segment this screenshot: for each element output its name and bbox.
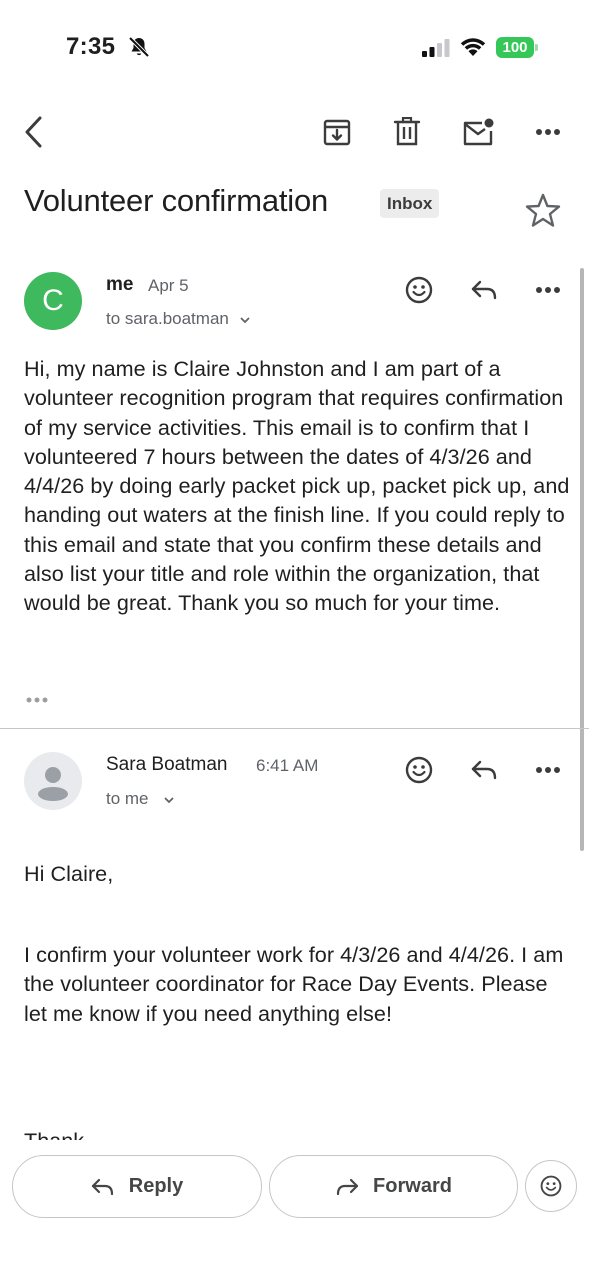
show-trimmed-content-icon[interactable] — [24, 692, 54, 708]
email-subject: Volunteer confirmation — [24, 183, 329, 218]
sender-name: Sara Boatman — [106, 754, 228, 775]
reply-action-button[interactable]: Reply — [12, 1155, 262, 1218]
chevron-down-icon — [164, 797, 174, 804]
add-reaction-button[interactable] — [399, 750, 439, 790]
more-horizontal-icon — [536, 287, 560, 293]
message-more-button[interactable] — [528, 270, 568, 310]
archive-button[interactable] — [317, 112, 357, 152]
recipient-details-toggle[interactable]: to me — [106, 789, 175, 809]
smiley-icon — [405, 756, 433, 784]
cellular-signal-icon — [422, 39, 450, 57]
add-reaction-button[interactable] — [399, 270, 439, 310]
back-arrow-icon — [25, 116, 42, 148]
chevron-down-icon — [239, 317, 250, 324]
reaction-button[interactable] — [525, 1160, 577, 1212]
bell-muted-icon — [128, 36, 150, 58]
message-more-button[interactable] — [528, 750, 568, 790]
recipient-text: to sara.boatman — [106, 309, 229, 328]
smiley-icon — [540, 1175, 562, 1197]
status-time: 7:35 — [66, 33, 116, 60]
message-date: Apr 5 — [148, 276, 189, 295]
message-body: Hi, my name is Claire Johnston and I am … — [24, 356, 570, 616]
recipient-details-toggle[interactable]: to sara.boatman — [106, 309, 251, 329]
smiley-icon — [405, 276, 433, 304]
message-divider — [0, 728, 589, 729]
trash-icon — [393, 117, 421, 146]
more-horizontal-icon — [536, 767, 560, 773]
forward-action-button[interactable]: Forward — [269, 1155, 518, 1218]
sender-name: me — [106, 274, 134, 295]
star-icon[interactable] — [523, 191, 563, 231]
reply-button[interactable] — [464, 750, 504, 790]
message-body: I confirm your volunteer work for 4/3/26… — [24, 942, 564, 1026]
avatar[interactable]: C — [24, 272, 82, 330]
more-horizontal-icon — [536, 129, 560, 135]
message-partial-text: Thank — [24, 1128, 84, 1140]
avatar[interactable] — [24, 752, 82, 810]
avatar-letter: C — [42, 284, 64, 317]
inbox-label[interactable]: Inbox — [380, 189, 440, 218]
person-icon — [38, 767, 68, 801]
reply-arrow-icon — [471, 280, 497, 300]
scrollbar[interactable] — [580, 268, 584, 851]
mark-unread-button[interactable] — [458, 112, 498, 152]
message-date: 6:41 AM — [256, 756, 319, 775]
mark-unread-icon — [463, 118, 494, 146]
recipient-text: to me — [106, 789, 149, 808]
delete-button[interactable] — [387, 112, 427, 152]
wifi-icon — [460, 38, 486, 56]
more-options-button[interactable] — [528, 112, 568, 152]
back-button[interactable] — [14, 112, 54, 152]
email-toolbar — [0, 104, 589, 160]
battery-indicator: 100 — [496, 37, 540, 58]
battery-level: 100 — [502, 39, 528, 56]
reply-button[interactable] — [464, 270, 504, 310]
forward-arrow-icon — [336, 1178, 359, 1195]
reply-arrow-icon — [91, 1178, 113, 1195]
status-bar: 7:35 100 — [0, 0, 589, 96]
reply-label: Reply — [128, 1175, 184, 1197]
message-greeting: Hi Claire, — [24, 861, 114, 886]
reply-arrow-icon — [471, 760, 497, 780]
archive-icon — [323, 119, 351, 146]
forward-label: Forward — [373, 1175, 452, 1197]
